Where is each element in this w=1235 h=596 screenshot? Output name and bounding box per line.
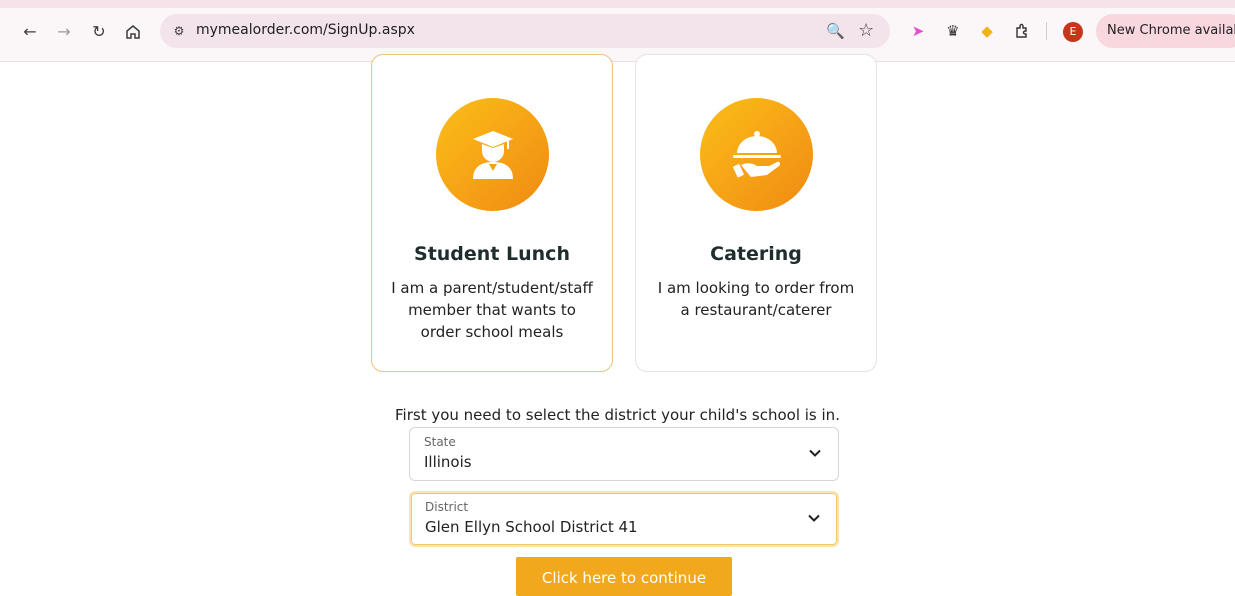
chrome-update-button[interactable]: New Chrome available ⋮ xyxy=(1096,14,1235,48)
address-bar[interactable]: ⚙ mymealorder.com/SignUp.aspx 🔍 ☆ xyxy=(160,14,890,48)
chrome-update-label: New Chrome available xyxy=(1107,23,1235,38)
forward-icon[interactable]: → xyxy=(52,20,76,44)
url-text[interactable]: mymealorder.com/SignUp.aspx xyxy=(196,22,415,38)
continue-button[interactable]: Click here to continue xyxy=(516,557,732,596)
graduate-icon xyxy=(436,98,549,211)
state-select[interactable]: State Illinois xyxy=(409,427,839,481)
district-select-label: District xyxy=(425,500,469,514)
catering-card[interactable]: Catering I am looking to order from a re… xyxy=(635,54,877,372)
state-select-value: Illinois xyxy=(424,453,472,471)
district-select-value: Glen Ellyn School District 41 xyxy=(425,518,638,536)
reload-icon[interactable]: ↻ xyxy=(87,20,111,44)
district-prompt: First you need to select the district yo… xyxy=(395,406,840,424)
catering-description: I am looking to order from a restaurant/… xyxy=(657,279,855,319)
student-lunch-card[interactable]: Student Lunch I am a parent/student/staf… xyxy=(371,54,613,372)
state-select-label: State xyxy=(424,435,456,449)
home-icon[interactable] xyxy=(121,20,145,44)
zoom-icon[interactable]: 🔍 xyxy=(826,22,845,40)
back-icon[interactable]: ← xyxy=(18,20,42,44)
extensions-puzzle-icon[interactable] xyxy=(1011,20,1033,42)
serving-cloche-icon xyxy=(700,98,813,211)
tab-strip xyxy=(0,0,1235,8)
student-lunch-title: Student Lunch xyxy=(414,243,570,265)
chevron-down-icon xyxy=(809,449,821,457)
district-select[interactable]: District Glen Ellyn School District 41 xyxy=(409,491,839,547)
site-settings-icon[interactable]: ⚙ xyxy=(170,22,188,40)
extension-puzzle-color-icon[interactable]: ◆ xyxy=(976,20,998,42)
student-lunch-description: I am a parent/student/staff member that … xyxy=(391,279,593,341)
extension-spy-icon[interactable]: ♛ xyxy=(942,20,964,42)
profile-avatar[interactable]: E xyxy=(1063,22,1083,42)
extension-arrow-icon[interactable]: ➤ xyxy=(907,20,929,42)
toolbar-divider xyxy=(1046,22,1047,40)
bookmark-star-icon[interactable]: ☆ xyxy=(858,20,874,41)
chevron-down-icon xyxy=(808,514,820,522)
catering-title: Catering xyxy=(710,243,802,265)
browser-toolbar: ← → ↻ ⚙ mymealorder.com/SignUp.aspx 🔍 ☆ … xyxy=(0,0,1235,62)
